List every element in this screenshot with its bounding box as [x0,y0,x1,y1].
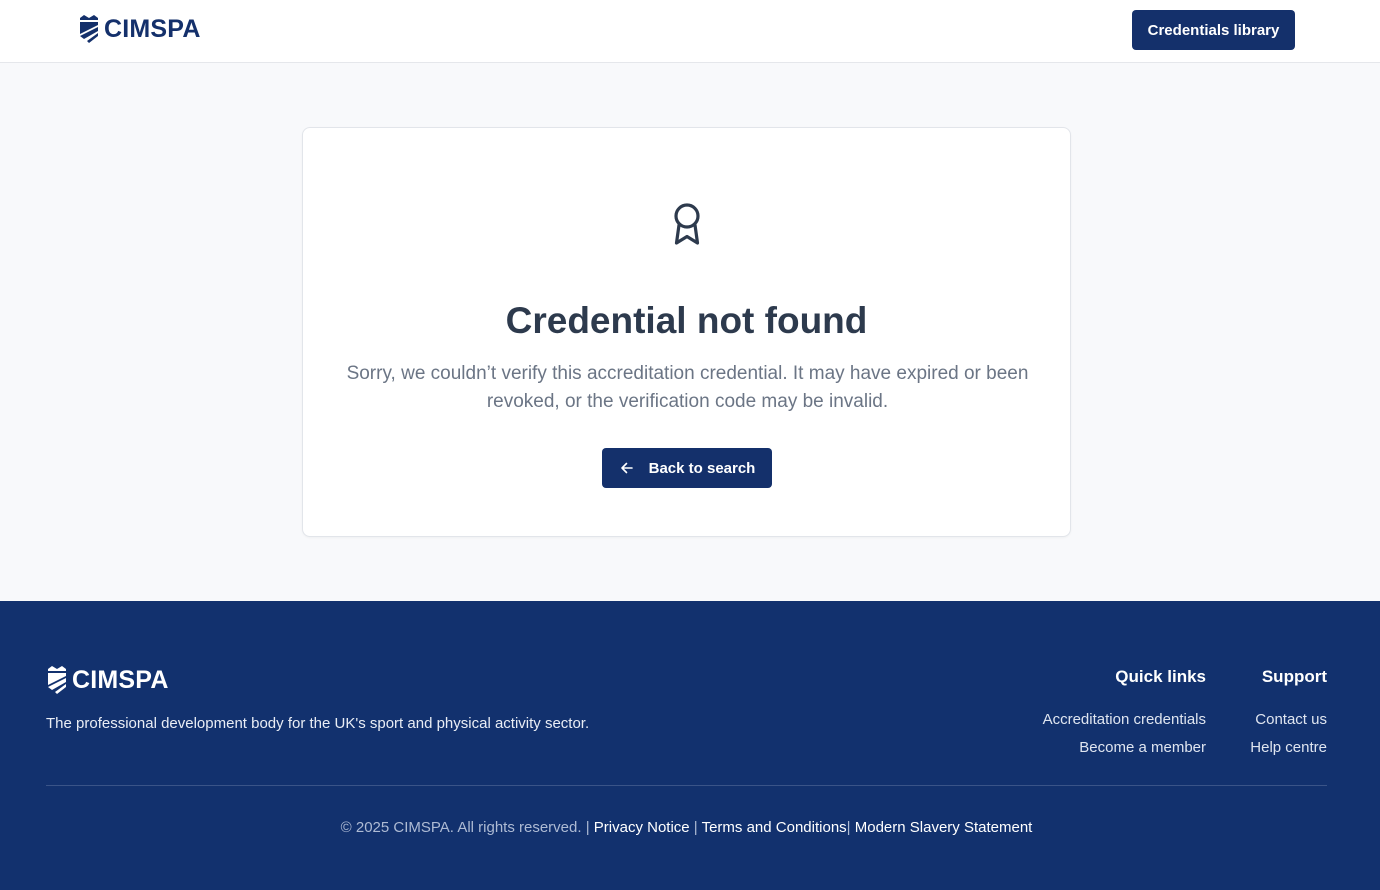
footer-cimspa-logo[interactable]: CIMSPA [46,665,169,695]
cimspa-logo[interactable]: CIMSPA [78,14,201,44]
terms-and-conditions-link[interactable]: Terms and Conditions [702,819,847,836]
site-footer: CIMSPA The professional development body… [0,601,1380,890]
footer-logo-wordmark: CIMSPA [72,665,169,694]
award-ribbon-icon [674,203,700,245]
footer-divider [46,785,1327,786]
privacy-notice-link[interactable]: Privacy Notice [594,819,690,836]
footer-link-contact-us[interactable]: Contact us [1250,706,1327,734]
shield-logo-icon [48,666,66,694]
credentials-library-button[interactable]: Credentials library [1132,10,1295,50]
modern-slavery-statement-link[interactable]: Modern Slavery Statement [855,819,1033,836]
page-title: Credential not found [505,300,868,341]
arrow-left-icon [620,462,633,474]
footer-link-become-a-member[interactable]: Become a member [1043,734,1206,762]
quick-links-heading: Quick links [1115,667,1206,686]
legal-separator: | [846,819,855,836]
back-button-label: Back to search [648,459,756,477]
back-to-search-button[interactable]: Back to search [602,448,772,488]
support-column: Support Contact us Help centre [1250,667,1327,762]
credential-not-found-card: Credential not found Sorry, we couldn’t … [302,127,1071,537]
footer-link-help-centre[interactable]: Help centre [1250,734,1327,762]
support-heading: Support [1261,667,1327,686]
logo-wordmark: CIMSPA [104,14,201,43]
error-message: Sorry, we couldn’t verify this accredita… [346,363,1029,412]
quick-links-column: Quick links Accreditation credentials Be… [1043,667,1206,762]
shield-logo-icon [80,15,98,43]
copyright-text: © 2025 CIMSPA. All rights reserved. | [340,819,594,836]
footer-tagline: The professional development body for th… [46,715,590,732]
legal-separator: | [689,819,702,836]
site-header: CIMSPA Credentials library [0,0,1380,63]
legal-bar: © 2025 CIMSPA. All rights reserved. | Pr… [0,819,1373,836]
footer-link-accreditation-credentials[interactable]: Accreditation credentials [1043,706,1206,734]
